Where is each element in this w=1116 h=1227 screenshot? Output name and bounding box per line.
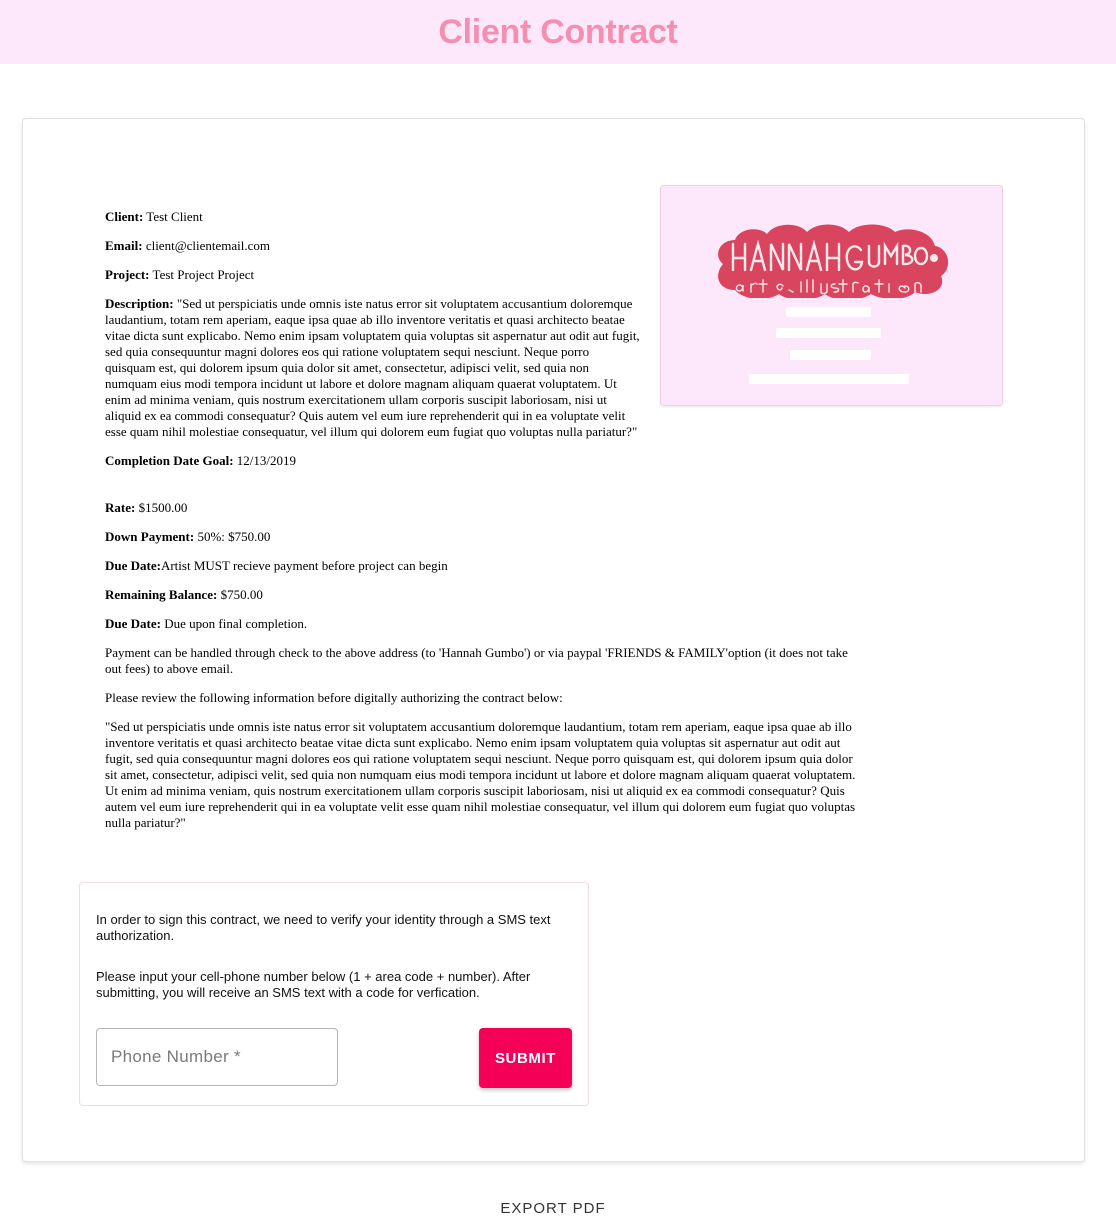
export-pdf-button[interactable]: EXPORT PDF — [482, 1192, 624, 1224]
description-row: Description: "Sed ut perspiciatis unde o… — [105, 296, 640, 439]
sms-intro-text: In order to sign this contract, we need … — [96, 912, 551, 943]
sms-verification-panel: In order to sign this contract, we need … — [79, 882, 589, 1106]
down-payment-value: 50%: $750.00 — [197, 529, 271, 544]
email-row: Email: client@clientemail.com — [105, 238, 271, 253]
contract-card: Client: Test Client Email: client@client… — [22, 118, 1085, 1162]
phone-number-input[interactable] — [96, 1028, 338, 1086]
submit-button[interactable]: SUBMIT — [479, 1028, 572, 1088]
project-value: Test Project Project — [152, 267, 255, 282]
sms-instructions-text: Please input your cell-phone number belo… — [96, 969, 531, 1000]
due-date-value: Artist MUST recieve payment before proje… — [160, 558, 448, 573]
final-due-date-row: Due Date: Due upon final completion. — [105, 616, 308, 631]
contract-details: Client: Test Client Email: client@client… — [105, 209, 865, 844]
rate-value: $1500.00 — [138, 500, 188, 515]
description-value: "Sed ut perspiciatis unde omnis iste nat… — [105, 296, 640, 439]
payment-note: Payment can be handled through check to … — [105, 645, 848, 676]
client-value: Test Client — [146, 209, 203, 224]
page-title: Client Contract — [438, 12, 678, 51]
client-row: Client: Test Client — [105, 209, 203, 224]
email-value: client@clientemail.com — [145, 238, 271, 253]
remaining-balance-row: Remaining Balance: $750.00 — [105, 587, 263, 602]
contract-terms: "Sed ut perspiciatis unde omnis iste nat… — [105, 719, 856, 830]
final-due-date-value: Due upon final completion. — [164, 616, 308, 631]
remaining-balance-value: $750.00 — [220, 587, 263, 602]
project-row: Project: Test Project Project — [105, 267, 255, 282]
due-date-row: Due Date:Artist MUST recieve payment bef… — [105, 558, 448, 573]
down-payment-row: Down Payment: 50%: $750.00 — [105, 529, 271, 544]
review-note: Please review the following information … — [105, 690, 563, 705]
completion-date-row: Completion Date Goal: 12/13/2019 — [105, 453, 297, 468]
page-header: Client Contract — [0, 0, 1116, 64]
completion-date-value: 12/13/2019 — [236, 453, 297, 468]
rate-row: Rate: $1500.00 — [105, 500, 188, 515]
